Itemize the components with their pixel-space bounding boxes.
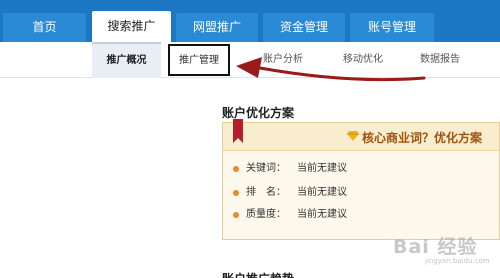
sub-nav-bar: 推广概况 推广管理 账户分析 移动优化 数据报告 [0, 42, 500, 78]
subnav-item-account-analysis[interactable]: 账户分析 [248, 42, 318, 78]
tab-home[interactable]: 首页 [3, 13, 86, 42]
top-nav-bar: 首页 搜索推广 网盟推广 资金管理 账号管理 [0, 0, 500, 42]
panel-title: 核心商业词？优化方案 [347, 129, 482, 146]
optimization-panel: 核心商业词？优化方案 关键词： 当前无建议 排 名： 当前无建议 质量度： 当前… [222, 119, 500, 240]
diamond-icon [347, 131, 359, 141]
row-value: 当前无建议 [297, 187, 347, 198]
tab-funds-management[interactable]: 资金管理 [263, 13, 345, 42]
baidu-jingyan-watermark: Bai 经验 jingyan.baidu.com [381, 230, 491, 270]
bookmark-ribbon-icon [233, 119, 243, 143]
tab-network-promotion[interactable]: 网盟推广 [176, 13, 258, 42]
subnav-item-data-report[interactable]: 数据报告 [405, 42, 475, 78]
bullet-dot-icon [233, 166, 239, 172]
panel-title-text: 核心商业词？优化方案 [362, 131, 483, 145]
tab-search-promotion[interactable]: 搜索推广 [92, 11, 171, 42]
row-label: 关键词： [246, 163, 286, 174]
row-value: 当前无建议 [297, 163, 347, 174]
tab-account-management[interactable]: 账号管理 [350, 13, 434, 42]
subnav-item-management[interactable]: 推广管理 [168, 44, 230, 76]
next-section-title: 账户推广趋势 [222, 270, 294, 278]
watermark-text: Bai 经验 [393, 236, 478, 258]
subnav-item-overview[interactable]: 推广概况 [92, 42, 161, 78]
bullet-dot-icon [233, 190, 239, 196]
row-value: 当前无建议 [297, 209, 347, 220]
panel-header: 核心商业词？优化方案 [223, 119, 499, 151]
row-label: 质量度： [246, 209, 286, 220]
subnav-item-mobile-optimization[interactable]: 移动优化 [328, 42, 398, 78]
watermark-subtext: jingyan.baidu.com [425, 257, 490, 265]
bullet-dot-icon [233, 212, 239, 218]
row-label: 排 名： [246, 187, 286, 198]
